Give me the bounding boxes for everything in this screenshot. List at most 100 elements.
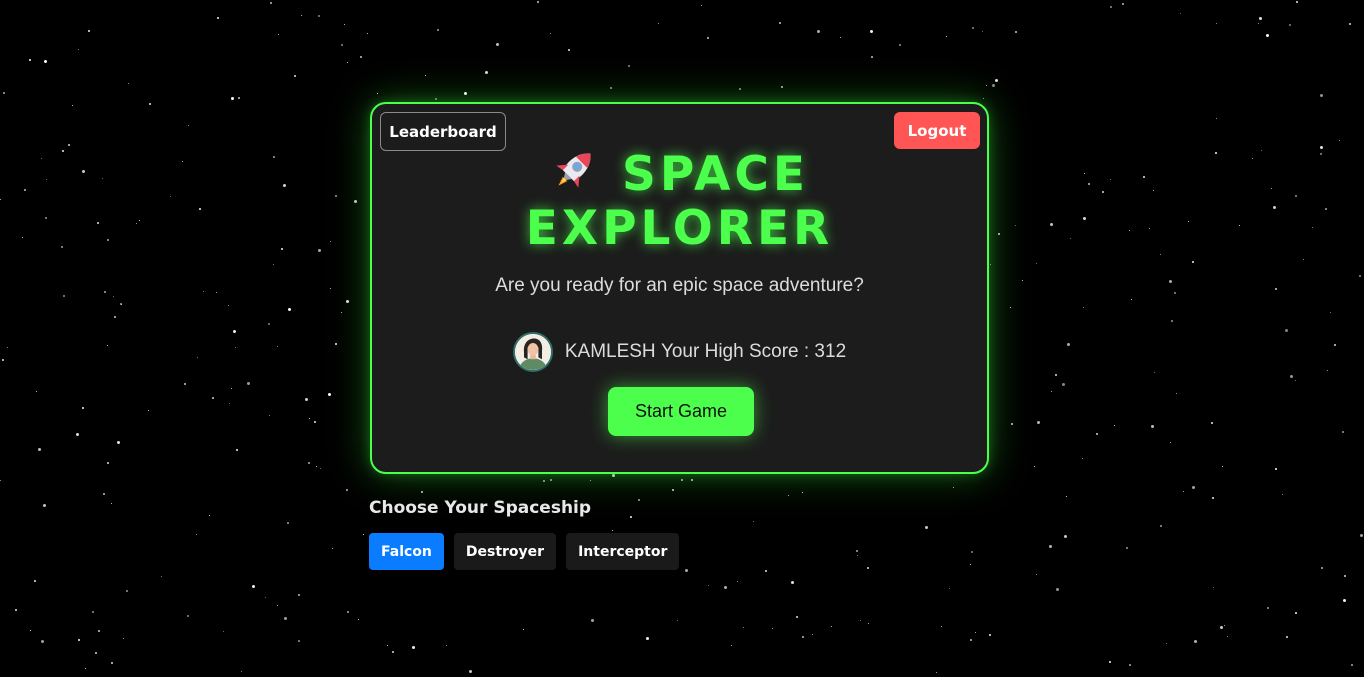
star	[743, 627, 744, 628]
star	[229, 403, 230, 404]
star	[228, 305, 229, 306]
star	[308, 462, 310, 464]
star	[103, 493, 105, 495]
star	[681, 479, 683, 481]
star	[217, 17, 219, 19]
star	[363, 534, 364, 535]
star	[15, 609, 17, 611]
star	[7, 347, 8, 348]
star	[241, 671, 242, 672]
star	[868, 623, 869, 624]
star	[148, 410, 149, 411]
star	[3, 92, 5, 94]
spaceship-option-interceptor[interactable]: Interceptor	[566, 533, 680, 570]
star	[1239, 225, 1240, 226]
star	[346, 489, 348, 491]
star	[1070, 238, 1071, 239]
star	[672, 489, 674, 491]
star	[1122, 3, 1124, 5]
star	[231, 388, 232, 389]
star	[1215, 152, 1217, 154]
star	[111, 503, 112, 504]
star	[737, 581, 738, 582]
star	[277, 605, 278, 606]
star	[788, 495, 789, 496]
star	[1129, 664, 1131, 666]
star	[212, 397, 214, 399]
star	[1194, 640, 1197, 643]
star	[113, 296, 114, 297]
star	[779, 22, 781, 24]
star	[1285, 329, 1288, 332]
star	[1213, 587, 1214, 588]
star	[1088, 183, 1090, 185]
star	[1252, 158, 1253, 159]
star	[287, 522, 289, 524]
star	[421, 491, 423, 493]
star	[284, 617, 287, 620]
star	[107, 462, 109, 464]
star	[330, 288, 331, 289]
star	[22, 237, 23, 238]
star	[1320, 146, 1323, 149]
star	[82, 170, 85, 173]
star	[590, 480, 591, 481]
star	[739, 88, 741, 90]
user-avatar	[512, 332, 553, 372]
star	[184, 383, 186, 385]
star	[610, 87, 612, 89]
high-score-text: Your High Score : 312	[660, 341, 847, 362]
star	[117, 441, 120, 444]
star	[1034, 466, 1035, 467]
star	[38, 448, 41, 451]
star	[949, 588, 950, 589]
star	[335, 195, 337, 197]
star	[1273, 206, 1276, 209]
star	[92, 611, 94, 613]
star	[1216, 118, 1217, 119]
star	[1011, 423, 1013, 425]
star	[791, 581, 794, 584]
star	[840, 37, 841, 38]
star	[1320, 153, 1322, 155]
star	[612, 474, 615, 477]
player-name: KAMLESH	[564, 341, 656, 362]
star	[1010, 307, 1011, 308]
star	[1344, 575, 1346, 577]
spaceship-option-falcon[interactable]: Falcon	[369, 533, 444, 570]
star	[328, 393, 331, 396]
star	[1083, 217, 1086, 220]
star	[772, 628, 773, 629]
star	[630, 516, 632, 518]
star	[708, 585, 709, 586]
star	[107, 239, 109, 241]
star	[78, 639, 80, 641]
star	[182, 161, 183, 162]
star	[63, 295, 65, 297]
star	[802, 492, 803, 493]
star	[1325, 208, 1327, 210]
star	[1342, 431, 1344, 433]
star	[1171, 320, 1173, 322]
star	[95, 652, 97, 654]
star	[1131, 299, 1132, 300]
star	[1129, 230, 1130, 231]
star	[1056, 588, 1059, 591]
star	[1015, 31, 1017, 33]
star	[45, 217, 47, 219]
star	[612, 530, 613, 531]
star	[277, 346, 278, 347]
star	[298, 640, 300, 642]
star	[975, 632, 976, 633]
star	[139, 220, 140, 221]
start-game-button[interactable]: Start Game	[608, 387, 754, 436]
star	[1067, 343, 1070, 346]
star	[724, 586, 727, 589]
star	[971, 551, 973, 553]
main-menu-card: Leaderboard Logout SPACE EXPLORER Are yo…	[370, 102, 989, 474]
star	[1330, 312, 1331, 313]
spaceship-option-destroyer[interactable]: Destroyer	[453, 533, 557, 570]
star	[335, 343, 337, 345]
star	[1096, 433, 1098, 435]
star	[485, 71, 488, 74]
